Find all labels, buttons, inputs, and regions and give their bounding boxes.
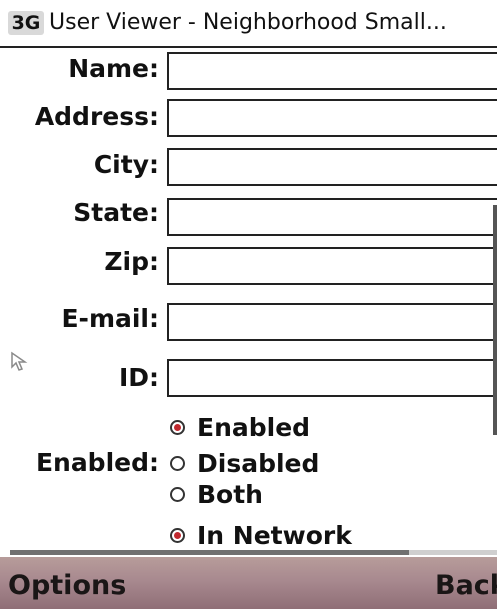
screen: 3G User Viewer - Neighborhood Small... N… <box>0 0 497 609</box>
radio-both-label: Both <box>197 479 263 509</box>
horizontal-scrollbar[interactable] <box>10 550 497 555</box>
radio-disabled-label: Disabled <box>197 448 320 478</box>
city-field[interactable] <box>167 148 497 186</box>
back-softkey[interactable]: Back <box>435 569 497 603</box>
address-field[interactable] <box>167 99 497 137</box>
radio-unselected-icon <box>170 455 185 471</box>
network-3g-indicator: 3G <box>8 11 44 35</box>
radio-selected-icon <box>170 527 185 543</box>
state-field[interactable] <box>167 198 497 236</box>
radio-disabled[interactable]: Disabled <box>170 447 319 479</box>
radio-in-network[interactable]: In Network <box>170 519 352 551</box>
address-input[interactable] <box>169 101 497 135</box>
name-field[interactable] <box>167 52 497 90</box>
radio-enabled[interactable]: Enabled <box>170 411 310 443</box>
city-label: City: <box>93 150 159 179</box>
id-field[interactable] <box>167 359 497 397</box>
address-label: Address: <box>34 102 159 131</box>
zip-field[interactable] <box>167 247 497 285</box>
enabled-label: Enabled: <box>35 448 159 477</box>
city-input[interactable] <box>169 150 497 184</box>
zip-label: Zip: <box>104 247 159 276</box>
id-label: ID: <box>118 363 159 392</box>
radio-unselected-icon <box>170 486 185 502</box>
name-input[interactable] <box>169 54 497 88</box>
name-label: Name: <box>68 54 159 83</box>
options-softkey[interactable]: Options <box>8 569 126 603</box>
state-label: State: <box>73 198 159 227</box>
email-field[interactable] <box>167 303 497 341</box>
pointer-cursor-icon <box>11 351 28 371</box>
window-title: User Viewer - Neighborhood Small... <box>49 10 447 35</box>
vertical-scrollbar[interactable] <box>493 205 497 435</box>
zip-input[interactable] <box>169 249 497 283</box>
email-label: E-mail: <box>61 304 159 333</box>
radio-enabled-label: Enabled <box>197 412 311 442</box>
radio-both[interactable]: Both <box>170 478 263 510</box>
state-input[interactable] <box>169 200 497 234</box>
radio-in-network-label: In Network <box>197 520 352 550</box>
id-input[interactable] <box>169 361 497 395</box>
softkey-bar: Options Back <box>0 557 497 609</box>
email-input[interactable] <box>169 305 497 339</box>
title-bar: 3G User Viewer - Neighborhood Small... <box>0 0 497 48</box>
horizontal-scrollbar-thumb[interactable] <box>10 550 410 555</box>
radio-selected-icon <box>170 419 185 435</box>
